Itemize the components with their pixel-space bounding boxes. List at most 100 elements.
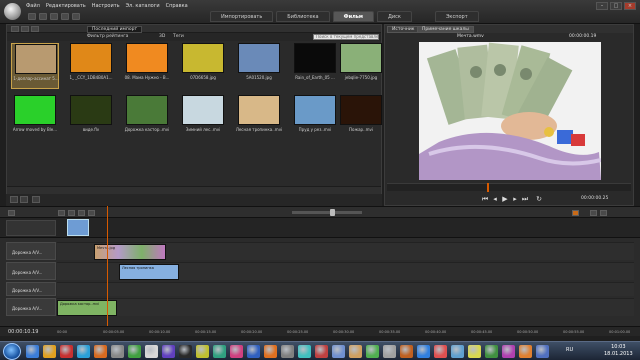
tab-recent-import[interactable]: Последний импорт (87, 26, 143, 33)
library-thumb[interactable]: Дорожка кастор..mvi (123, 95, 171, 141)
taskbar-app-icon[interactable] (264, 345, 277, 358)
library-thumb[interactable]: Пруд у рез..mvi (291, 95, 339, 141)
mic-icon[interactable] (88, 210, 95, 216)
library-thumb[interactable]: Зимний лес..mvi (179, 95, 227, 141)
taskbar-app-icon[interactable] (298, 345, 311, 358)
track-lane-4[interactable]: Дорожка кастор..mvi (57, 298, 634, 316)
tab-library[interactable]: Библиотека (276, 11, 330, 22)
library-thumb[interactable]: Лесная тропинка..mvi (235, 95, 283, 141)
library-nav-icon[interactable] (11, 26, 19, 32)
tab-source[interactable]: Источник (387, 26, 420, 33)
timeline-clip[interactable]: Мечта.jpg (94, 244, 166, 260)
loop-button[interactable]: ↻ (535, 195, 543, 203)
library-thumb[interactable]: Arrow moved by Ble... (11, 95, 59, 141)
timeline-clip[interactable]: Дорожка кастор..mvi (57, 300, 117, 316)
app-logo-icon[interactable] (4, 3, 21, 20)
preview-video[interactable] (419, 42, 601, 180)
language-indicator[interactable]: RU (566, 347, 573, 353)
taskbar-app-icon[interactable] (94, 345, 107, 358)
taskbar-app-icon[interactable] (349, 345, 362, 358)
tab-disc[interactable]: Диск (377, 11, 412, 22)
taskbar-app-icon[interactable] (128, 345, 141, 358)
taskbar-app-icon[interactable] (536, 345, 549, 358)
tab-movie[interactable]: Фильм (332, 11, 374, 22)
track-lane-2[interactable]: Лесная тропинка (57, 262, 634, 280)
zoom-slider[interactable] (292, 211, 362, 214)
menu-settings[interactable]: Настроить (92, 3, 120, 11)
storyboard-view-icon[interactable] (10, 196, 18, 203)
track-header-1[interactable]: Дорожка A/V... (6, 242, 56, 260)
library-thumb[interactable]: 5A01520.jpg (235, 43, 283, 89)
storyboard-clip[interactable] (67, 219, 89, 236)
taskbar-app-icon[interactable] (451, 345, 464, 358)
taskbar-app-icon[interactable] (247, 345, 260, 358)
fullscreen-icon[interactable] (600, 210, 607, 216)
minimize-button[interactable]: – (596, 2, 608, 10)
zoom-slider-knob[interactable] (330, 209, 335, 216)
library-thumb[interactable]: 1_ _CCY_1DB4B0A1... (67, 43, 115, 89)
volume-icon[interactable] (590, 210, 597, 216)
taskbar-app-icon[interactable] (60, 345, 73, 358)
rating-filter[interactable]: Фильтр рейтинга (87, 34, 128, 39)
new-icon[interactable] (28, 13, 36, 20)
open-icon[interactable] (39, 13, 47, 20)
library-search-input[interactable]: Поиск в текущем представлении (313, 34, 379, 40)
taskbar-app-icon[interactable] (519, 345, 532, 358)
taskbar-app-icon[interactable] (315, 345, 328, 358)
clock[interactable]: 10:03 18.01.2013 (604, 344, 633, 358)
taskbar-app-icon[interactable] (77, 345, 90, 358)
menu-file[interactable]: Файл (26, 3, 40, 11)
timeline-clip[interactable]: Лесная тропинка (119, 264, 179, 280)
taskbar-app-icon[interactable] (145, 345, 158, 358)
step-forward-button[interactable]: ▸ (511, 195, 519, 203)
timeline-view-icon[interactable] (20, 196, 28, 203)
preview-scrubber[interactable] (387, 183, 631, 192)
to-end-button[interactable]: ⏭ (521, 195, 529, 203)
library-thumb[interactable]: Пожар..mvi (337, 95, 385, 141)
preview-playhead[interactable] (487, 183, 489, 192)
taskbar-app-icon[interactable] (434, 345, 447, 358)
menu-edit[interactable]: Редактировать (46, 3, 86, 11)
taskbar-app-icon[interactable] (111, 345, 124, 358)
library-thumb[interactable]: 07D6658.jpg (179, 43, 227, 89)
taskbar-app-icon[interactable] (281, 345, 294, 358)
taskbar-app-icon[interactable] (213, 345, 226, 358)
taskbar-app-icon[interactable] (162, 345, 175, 358)
razor-icon[interactable] (58, 210, 65, 216)
filter-tags[interactable]: Теги (173, 34, 184, 39)
taskbar-app-icon[interactable] (400, 345, 413, 358)
library-thumb[interactable]: 1-доллар-ассинат 5... (11, 43, 59, 89)
library-thumb[interactable]: 08. Мама Нужно - В... (123, 43, 171, 89)
taskbar-app-icon[interactable] (43, 345, 56, 358)
taskbar-app-icon[interactable] (26, 345, 39, 358)
filter-3d[interactable]: 3D (159, 34, 165, 39)
taskbar-app-icon[interactable] (485, 345, 498, 358)
taskbar-app-icon[interactable] (468, 345, 481, 358)
close-button[interactable]: × (624, 2, 636, 10)
magnet-icon[interactable] (572, 210, 579, 216)
taskbar-app-icon[interactable] (196, 345, 209, 358)
start-button[interactable] (3, 343, 21, 360)
timeline-playhead[interactable] (107, 206, 108, 336)
options-icon[interactable] (32, 196, 40, 203)
track-lane-1[interactable]: Мечта.jpg (57, 242, 634, 260)
taskbar-app-icon[interactable] (332, 345, 345, 358)
track-header-4[interactable]: Дорожка A/V... (6, 298, 56, 316)
taskbar-app-icon[interactable] (502, 345, 515, 358)
library-thumb[interactable]: Rain_of_Earth_05 ... (291, 43, 339, 89)
taskbar-app-icon[interactable] (366, 345, 379, 358)
maximize-button[interactable]: □ (610, 2, 622, 10)
track-lane-3[interactable] (57, 282, 634, 296)
taskbar-app-icon[interactable] (230, 345, 243, 358)
track-settings-icon[interactable] (8, 210, 15, 216)
step-back-button[interactable]: ◂ (491, 195, 499, 203)
menu-catalogs[interactable]: Эл. каталоги (126, 3, 160, 11)
undo-icon[interactable] (61, 13, 69, 20)
tab-export[interactable]: Экспорт (434, 11, 479, 22)
library-add-icon[interactable] (31, 26, 39, 32)
tab-import[interactable]: Импортировать (210, 11, 274, 22)
library-view-icon[interactable] (21, 26, 29, 32)
menu-help[interactable]: Справка (166, 3, 188, 11)
play-button[interactable]: ▶ (501, 195, 509, 203)
library-thumb[interactable]: jebqlie-7750.jpg (337, 43, 385, 89)
